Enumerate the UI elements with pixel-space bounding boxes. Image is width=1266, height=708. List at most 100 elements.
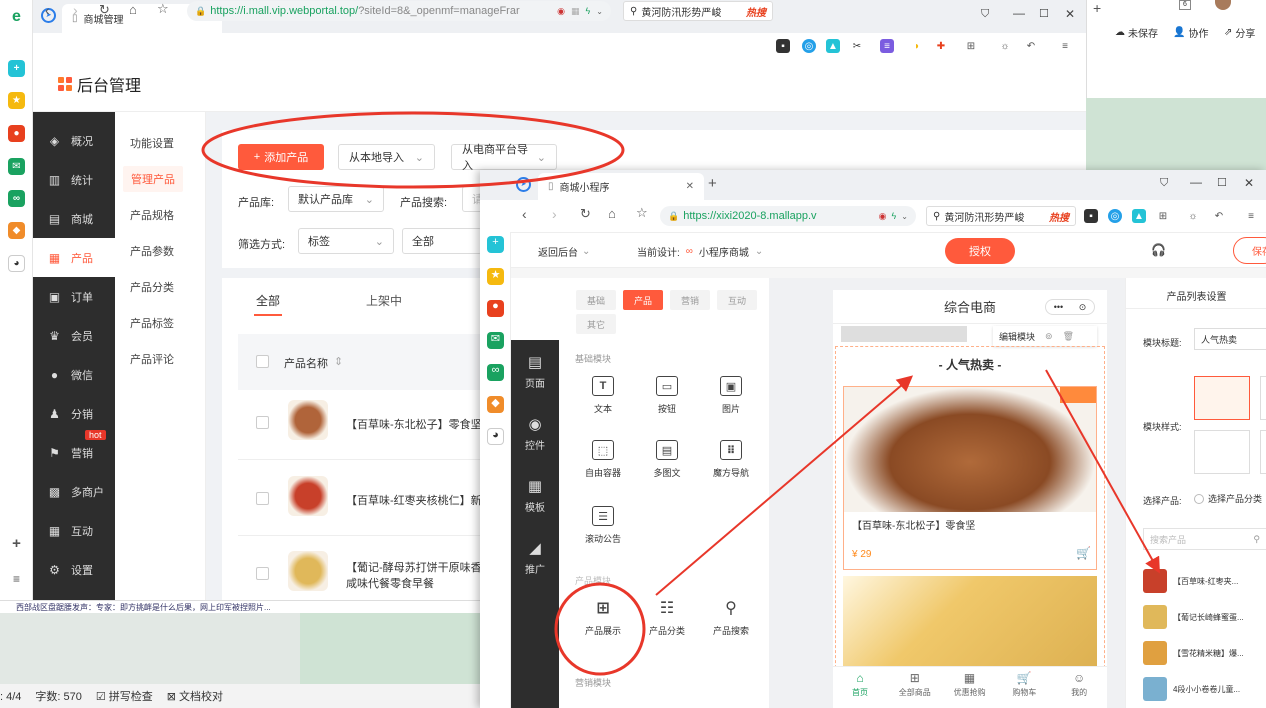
maximize-icon[interactable]: ☐	[1217, 176, 1227, 189]
ext-icon-3[interactable]: ▲	[826, 39, 840, 53]
module-1[interactable]: ▭ 按钮	[637, 376, 697, 415]
sidebar-item-8[interactable]: ⚑ 营销 hot	[33, 430, 115, 472]
sidebar-item-11[interactable]: ⚙ 设置	[33, 550, 115, 589]
category-chip-0[interactable]: 基础	[576, 290, 616, 310]
product-module-2[interactable]: ⚲ 产品搜索	[701, 598, 761, 637]
basic-section-title[interactable]: 基础模块	[575, 352, 611, 365]
product-name[interactable]: 【葡记-酵母苏打饼干原味香脆	[346, 559, 493, 575]
row-checkbox[interactable]	[256, 492, 269, 505]
import-local-button[interactable]: 从本地导入 ⌄	[338, 144, 435, 170]
apps-icon[interactable]: ⊞	[1156, 209, 1170, 223]
product-module-1[interactable]: ☷ 产品分类	[637, 598, 697, 637]
card-tools[interactable]	[1060, 387, 1096, 403]
sort-icon[interactable]: ⇕	[334, 355, 343, 368]
minimize-icon[interactable]: —	[1190, 175, 1202, 189]
ext-icon-5[interactable]: ◗	[910, 39, 924, 53]
row-checkbox[interactable]	[256, 416, 269, 429]
ext-icon-2[interactable]: ◎	[802, 39, 816, 53]
star-app-icon[interactable]: ★	[487, 268, 504, 285]
settings-product-item[interactable]: 【雪花精米糖】爆...	[1143, 638, 1266, 668]
home-icon[interactable]: ⌂	[129, 2, 137, 17]
settings-product-item[interactable]: 【百草味-红枣夹...	[1143, 566, 1266, 596]
bolt-icon[interactable]: ϟ	[892, 211, 897, 221]
product-section-title[interactable]: 产品模块	[575, 574, 611, 587]
style-option-1[interactable]	[1194, 376, 1250, 420]
menu-icon[interactable]: ≡	[1244, 209, 1258, 223]
sidebar-item-3[interactable]: ▦ 产品	[33, 238, 115, 277]
plus-app-icon[interactable]: +	[487, 236, 504, 253]
browser-search[interactable]: ⚲ 黄河防汛形势严峻 热搜	[623, 1, 773, 21]
product-search-input[interactable]: 搜索产品 ⚲	[1143, 528, 1266, 550]
settings-product-item[interactable]: 【葡记长崎蜂蜜蛋...	[1143, 602, 1266, 632]
product-name[interactable]: 【百草味-红枣夹核桃仁】新	[346, 492, 482, 508]
editor-nav-2[interactable]: ◉ 控件	[511, 402, 559, 464]
shirt-icon[interactable]: ⛉	[1160, 177, 1168, 190]
category-chip-4[interactable]: 其它	[576, 314, 616, 334]
capsule-menu[interactable]: ••• ⊙	[1045, 299, 1095, 315]
import-platform-button[interactable]: 从电商平台导入 ⌄	[451, 144, 557, 172]
settings-icon[interactable]: ⊚	[1045, 331, 1053, 342]
row-checkbox[interactable]	[256, 567, 269, 580]
edit-module-popover[interactable]: 编辑模块 ⊚ 🗑	[993, 326, 1097, 346]
ext-icon-1[interactable]: ▪	[776, 39, 790, 53]
editor-nav-1[interactable]: ▤ 页面	[511, 340, 559, 402]
game-icon[interactable]: ✚	[934, 39, 948, 53]
apps-icon[interactable]: ⊞	[964, 39, 978, 53]
ext-icon-1[interactable]: ▪	[1084, 209, 1098, 223]
avatar[interactable]	[1215, 0, 1231, 10]
back-to-admin[interactable]: 返回后台 ⌄	[538, 244, 590, 259]
sidebar-item-5[interactable]: ♛ 会员	[33, 316, 115, 355]
brightness-icon[interactable]: ☼	[1186, 209, 1200, 223]
editor-nav-3[interactable]: ▦ 模板	[511, 464, 559, 526]
filter-select[interactable]: 标签 ⌄	[298, 228, 394, 254]
style-option-2[interactable]	[1260, 376, 1266, 420]
all-select[interactable]: 全部	[402, 228, 482, 254]
product-card[interactable]: 【百草味-东北松子】零食坚 ¥ 29 🛒	[843, 386, 1097, 570]
category-chip-2[interactable]: 营销	[670, 290, 710, 310]
star-app-icon[interactable]: ★	[8, 92, 25, 109]
submenu-item-6[interactable]: 产品评论	[130, 351, 174, 367]
close-tab-icon[interactable]: ✕	[686, 181, 694, 192]
cloud-app-icon[interactable]: ∞	[487, 364, 504, 381]
cut-icon[interactable]: ✂	[850, 39, 864, 53]
new-tab-icon[interactable]: +	[708, 175, 717, 192]
proofread-button[interactable]: ⊠ 文档校对	[167, 688, 223, 704]
browser-search-2[interactable]: ⚲ 黄河防汛形势严峻 热搜	[926, 206, 1076, 226]
sidebar-item-1[interactable]: ▥ 统计	[33, 160, 115, 199]
chevron-down-icon[interactable]: ⌄	[901, 212, 908, 221]
tab-all[interactable]: 全部	[256, 292, 280, 309]
share-button[interactable]: ⇗ 分享	[1224, 25, 1255, 40]
module-title-input[interactable]: 人气热卖	[1194, 328, 1266, 350]
phone-nav-2[interactable]: ▦ 优惠抢购	[943, 671, 997, 698]
back-icon[interactable]: ‹	[45, 2, 50, 18]
favorite-icon[interactable]: ☆	[636, 205, 648, 221]
favorite-icon[interactable]: ☆	[157, 1, 169, 17]
ext-icon-2[interactable]: ◎	[1108, 209, 1122, 223]
bolt-icon[interactable]: ϟ	[586, 6, 591, 16]
phone-nav-0[interactable]: ⌂ 首页	[833, 671, 887, 698]
mail-app-icon[interactable]: ✉	[8, 158, 25, 175]
brightness-icon[interactable]: ☼	[998, 39, 1012, 53]
url-bar-2[interactable]: 🔒 https://xixi2020-8.mallapp.v ◉ ϟ ⌄	[660, 206, 916, 226]
lib-select[interactable]: 默认产品库 ⌄	[288, 186, 384, 212]
panda-app-icon[interactable]: ◕	[8, 255, 25, 272]
plus-app-icon[interactable]: +	[8, 60, 25, 77]
module-3[interactable]: ⬚ 自由容器	[573, 440, 633, 479]
home-icon[interactable]: ⌂	[608, 206, 616, 221]
url-bar[interactable]: 🔒 https://i.mall.vip.webportal.top/?site…	[187, 1, 611, 21]
style-option-3[interactable]	[1194, 430, 1250, 474]
chevron-down-icon[interactable]: ⌄	[596, 7, 603, 16]
sidebar-item-7[interactable]: ♟ 分销	[33, 394, 115, 433]
style-option-4[interactable]	[1260, 430, 1266, 474]
browser-logo-icon[interactable]: e	[8, 8, 25, 25]
collab-button[interactable]: 👤 协作	[1173, 25, 1208, 40]
forward-icon[interactable]: ›	[552, 206, 557, 222]
plus-icon[interactable]: +	[1093, 0, 1101, 16]
sidebar-item-10[interactable]: ▦ 互动	[33, 511, 115, 550]
game-app-icon[interactable]: ◆	[487, 396, 504, 413]
authorize-button[interactable]: 授权	[945, 238, 1015, 264]
undo-icon[interactable]: ↶	[1212, 209, 1226, 223]
undo-icon[interactable]: ↶	[1024, 39, 1038, 53]
close-window-icon[interactable]: ✕	[1244, 176, 1254, 190]
module-4[interactable]: ▤ 多图文	[637, 440, 697, 479]
